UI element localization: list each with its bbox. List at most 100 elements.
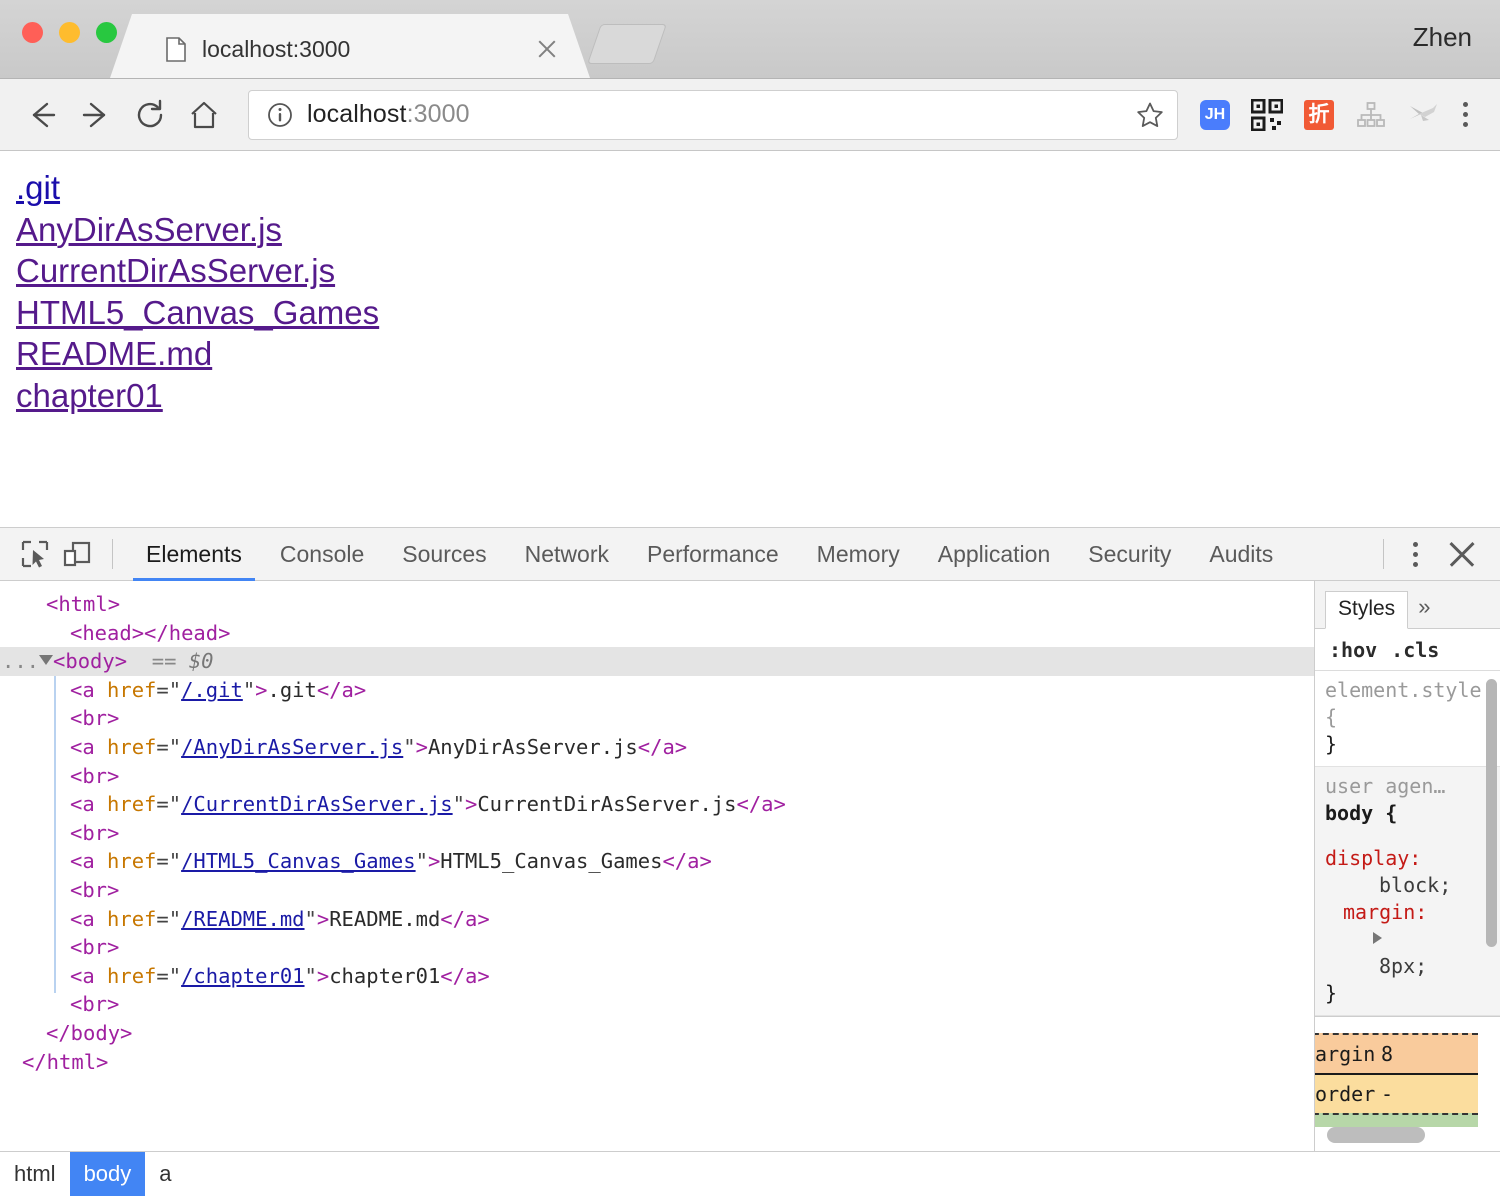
dom-href-2[interactable]: /AnyDirAsServer.js [181, 735, 403, 759]
styles-overflow-icon[interactable]: » [1408, 590, 1440, 628]
dom-href-5[interactable]: /README.md [181, 907, 304, 931]
bookmark-star-icon[interactable] [1135, 100, 1165, 130]
box-model-border-value[interactable]: - [1381, 1082, 1393, 1106]
breadcrumb-html[interactable]: html [0, 1152, 70, 1196]
dir-link-readme[interactable]: README.md [16, 333, 212, 375]
class-editor-toggle[interactable]: .cls [1391, 638, 1439, 662]
tab-security[interactable]: Security [1069, 528, 1190, 581]
dom-line-a-4[interactable]: <a href="/HTML5_Canvas_Games">HTML5_Canv… [0, 847, 1314, 876]
dom-line-body-close[interactable]: </body> [0, 1019, 1314, 1048]
dir-link-currentdirasserver[interactable]: CurrentDirAsServer.js [16, 250, 335, 292]
inspect-cursor-icon[interactable] [14, 533, 56, 575]
dom-text-1: .git [267, 677, 317, 702]
dom-line-html[interactable]: <html> [0, 590, 1314, 619]
tab-application[interactable]: Application [919, 528, 1070, 581]
devtools-tab-list: Elements Console Sources Network Perform… [127, 528, 1371, 581]
dom-a-open-4: <a [70, 849, 108, 874]
dom-line-br-3[interactable]: <br> [0, 819, 1314, 848]
tab-sources[interactable]: Sources [383, 528, 505, 581]
dom-line-body[interactable]: ... <body> == $0 [0, 647, 1314, 676]
dir-link-chapter01[interactable]: chapter01 [16, 375, 163, 417]
dom-line-head[interactable]: <head></head> [0, 619, 1314, 648]
value-margin[interactable]: 8px; [1325, 953, 1490, 980]
tab-performance[interactable]: Performance [628, 528, 798, 581]
browser-menu-icon[interactable] [1448, 98, 1482, 132]
declaration-display[interactable]: display: block; [1325, 845, 1490, 899]
hover-state-toggle[interactable]: :hov [1329, 638, 1377, 662]
zoom-window-button[interactable] [96, 22, 117, 43]
close-tab-icon[interactable] [534, 36, 560, 62]
tab-elements[interactable]: Elements [127, 528, 261, 581]
dom-line-br-1[interactable]: <br> [0, 704, 1314, 733]
minimize-window-button[interactable] [59, 22, 80, 43]
dom-a-close-2: </a> [637, 734, 688, 759]
url-text[interactable]: localhost:3000 [307, 100, 1135, 129]
styles-horizontal-scrollbar[interactable] [1327, 1127, 1425, 1143]
dom-attr-1: href [107, 677, 157, 702]
devtools-menu-icon[interactable] [1398, 537, 1432, 571]
expand-margin-triangle-icon[interactable] [1373, 932, 1382, 944]
page-icon [166, 36, 186, 62]
profile-name[interactable]: Zhen [1413, 22, 1472, 53]
dir-link-git[interactable]: .git [16, 167, 60, 209]
reload-icon[interactable] [126, 91, 174, 139]
browser-tab[interactable]: localhost:3000 [110, 14, 590, 78]
breadcrumb-a[interactable]: a [145, 1152, 185, 1196]
dom-line-br-4[interactable]: <br> [0, 876, 1314, 905]
new-tab-button[interactable] [587, 24, 667, 64]
dom-gutter: ... [0, 647, 54, 676]
dom-line-a-2[interactable]: <a href="/AnyDirAsServer.js">AnyDirAsSer… [0, 733, 1314, 762]
sitemap-extension-icon[interactable] [1354, 98, 1388, 132]
box-model-border-row[interactable]: border - [1315, 1073, 1478, 1113]
dom-line-br-2[interactable]: <br> [0, 762, 1314, 791]
hummingbird-extension-icon[interactable] [1406, 98, 1440, 132]
qr-code-extension-icon[interactable] [1250, 98, 1284, 132]
styles-rules-list[interactable]: element.style { } user agen… body { disp… [1315, 671, 1500, 1016]
box-model-padding-row[interactable] [1315, 1113, 1478, 1127]
dir-link-anydirasserver[interactable]: AnyDirAsServer.js [16, 209, 282, 251]
tab-console[interactable]: Console [261, 528, 383, 581]
dom-line-a-5[interactable]: <a href="/README.md">README.md</a> [0, 905, 1314, 934]
box-model-margin-label: margin [1315, 1042, 1376, 1066]
dom-line-a-6[interactable]: <a href="/chapter01">chapter01</a> [0, 962, 1314, 991]
tab-memory[interactable]: Memory [798, 528, 919, 581]
dom-href-6[interactable]: /chapter01 [181, 964, 304, 988]
tab-network[interactable]: Network [506, 528, 628, 581]
zhe-discount-extension-icon[interactable]: 折 [1302, 98, 1336, 132]
breadcrumb-body[interactable]: body [69, 1152, 146, 1196]
box-model-diagram[interactable]: margin 8 border - [1315, 1016, 1500, 1151]
rule-element-style[interactable]: element.style { } [1315, 671, 1500, 767]
dom-href-1[interactable]: /.git [181, 678, 243, 702]
back-arrow-icon[interactable] [18, 91, 66, 139]
jh-extension-icon[interactable]: JH [1198, 98, 1232, 132]
close-window-button[interactable] [22, 22, 43, 43]
dom-line-br-6[interactable]: <br> [0, 990, 1314, 1019]
site-info-icon[interactable] [267, 102, 293, 128]
dom-text-4: HTML5_Canvas_Games [440, 849, 663, 874]
box-model-margin-value[interactable]: 8 [1381, 1042, 1393, 1066]
devtools-tabbar: Elements Console Sources Network Perform… [0, 528, 1500, 581]
tab-audits[interactable]: Audits [1190, 528, 1292, 581]
dom-line-a-3[interactable]: <a href="/CurrentDirAsServer.js">Current… [0, 790, 1314, 819]
tab-styles[interactable]: Styles [1325, 591, 1409, 629]
dir-link-html5-canvas-games[interactable]: HTML5_Canvas_Games [16, 292, 379, 334]
dom-tag-html-close: </html> [22, 1049, 109, 1074]
device-toolbar-icon[interactable] [56, 533, 98, 575]
dom-href-4[interactable]: /HTML5_Canvas_Games [181, 849, 416, 873]
dom-tree[interactable]: <html> <head></head> ... <body> == $0 <a … [0, 581, 1314, 1151]
dom-attr-3: href [107, 792, 157, 817]
address-bar[interactable]: localhost:3000 [248, 89, 1178, 140]
value-display[interactable]: block; [1325, 872, 1490, 899]
home-icon[interactable] [180, 91, 228, 139]
dom-line-a-1[interactable]: <a href="/.git">.git</a> [0, 676, 1314, 705]
declaration-margin[interactable]: margin: 8px; [1325, 899, 1490, 980]
forward-arrow-icon[interactable] [72, 91, 120, 139]
dom-href-3[interactable]: /CurrentDirAsServer.js [181, 792, 453, 816]
close-devtools-icon[interactable] [1442, 534, 1482, 574]
styles-vertical-scrollbar[interactable] [1486, 679, 1497, 947]
box-model-margin-row[interactable]: margin 8 [1315, 1033, 1478, 1073]
rule-user-agent-body[interactable]: user agen… body { display: block; margin… [1315, 767, 1500, 1016]
dom-line-html-close[interactable]: </html> [0, 1048, 1314, 1077]
collapse-triangle-icon[interactable] [39, 655, 54, 666]
dom-line-br-5[interactable]: <br> [0, 933, 1314, 962]
